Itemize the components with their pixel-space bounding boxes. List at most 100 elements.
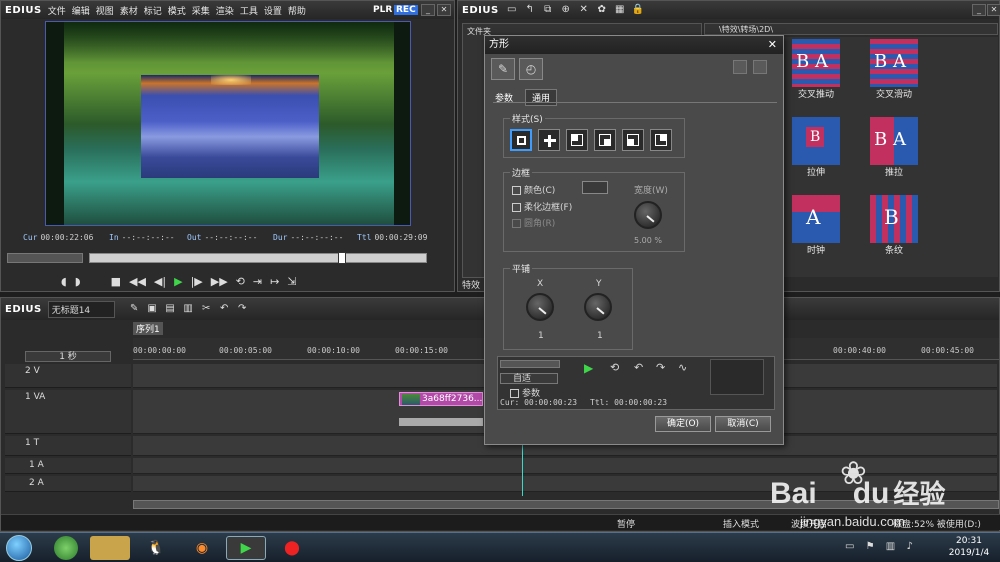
add-icon[interactable]: ⊕ — [559, 4, 573, 16]
cancel-button[interactable]: 取消(C) — [715, 416, 771, 432]
menu-edit[interactable]: 编辑 — [72, 4, 90, 17]
track-header-2v[interactable]: 2 V — [5, 364, 131, 388]
redo-icon[interactable]: ↷ — [235, 303, 249, 315]
tab-general[interactable]: 通用 — [525, 89, 558, 106]
taskbar-edius-icon[interactable]: ▶ — [226, 536, 266, 560]
minimize-button[interactable]: _ — [421, 4, 435, 16]
tile-x-knob[interactable] — [526, 293, 554, 321]
dialog-slider[interactable] — [500, 360, 560, 368]
taskbar-explorer-icon[interactable] — [90, 536, 130, 560]
effect-thumb[interactable]: B A — [792, 39, 840, 87]
track-header-1a[interactable]: 1 A — [5, 458, 131, 474]
param-checkbox[interactable] — [510, 389, 519, 398]
effect-thumb[interactable]: B A — [870, 117, 918, 165]
shuttle-slider[interactable] — [7, 253, 83, 263]
menu-clip[interactable]: 素材 — [120, 4, 138, 17]
export-icon[interactable]: ⇲ — [287, 275, 296, 288]
menu-help[interactable]: 帮助 — [288, 4, 306, 17]
mark-out-icon[interactable]: ◗ — [75, 275, 81, 288]
mark-in-icon[interactable]: ◖ — [61, 275, 67, 288]
open-icon[interactable]: ▤ — [163, 303, 177, 315]
sequence-tab[interactable]: 序列1 — [133, 322, 163, 335]
timer-icon[interactable]: ◴ — [519, 58, 543, 80]
tray-flag-icon[interactable]: ⚑ — [866, 541, 875, 552]
effect-thumb[interactable]: B A — [870, 39, 918, 87]
effects-minimize-button[interactable]: _ — [972, 4, 986, 16]
tray-volume-icon[interactable]: ♪ — [906, 541, 912, 552]
style-corner-bl-button[interactable] — [650, 129, 672, 151]
menu-render[interactable]: 渲染 — [216, 4, 234, 17]
dialog-forward-icon[interactable]: ↷ — [656, 361, 665, 374]
audio-clip[interactable] — [399, 418, 483, 426]
dialog-undo-icon[interactable] — [733, 60, 747, 74]
soft-border-checkbox-row[interactable]: 柔化边框(F) — [512, 200, 572, 213]
menu-mode[interactable]: 模式 — [168, 4, 186, 17]
stop-icon[interactable]: ■ — [111, 275, 121, 288]
insert-icon[interactable]: ⇥ — [253, 275, 262, 288]
taskbar-firefox-icon[interactable]: ◉ — [182, 536, 222, 560]
scale-selector[interactable]: 1 秒 — [25, 351, 111, 362]
color-checkbox-row[interactable]: 颜色(C) — [512, 183, 555, 196]
dialog-loop-icon[interactable]: ⟲ — [610, 361, 619, 374]
width-knob[interactable] — [634, 201, 662, 229]
dialog-back-icon[interactable]: ↶ — [634, 361, 643, 374]
color-swatch[interactable] — [582, 181, 608, 194]
effects-close-button[interactable]: ✕ — [987, 4, 1000, 16]
step-back-icon[interactable]: ◀| — [154, 275, 166, 288]
step-forward-icon[interactable]: |▶ — [191, 275, 203, 288]
style-corner-br-button[interactable] — [566, 129, 588, 151]
save-icon[interactable]: ▥ — [181, 303, 195, 315]
effect-thumb[interactable]: A — [792, 195, 840, 243]
preset-icon[interactable]: ✎ — [491, 58, 515, 80]
rewind-icon[interactable]: ◀◀ — [129, 275, 146, 288]
overwrite-icon[interactable]: ↦ — [270, 275, 279, 288]
style-corner-tl-button[interactable] — [594, 129, 616, 151]
effect-thumb[interactable]: B — [870, 195, 918, 243]
timeline-playhead[interactable] — [522, 438, 523, 496]
dialog-keyframe-area[interactable] — [710, 359, 764, 395]
style-square-button[interactable] — [510, 129, 532, 151]
effect-icon[interactable]: ✿ — [595, 4, 609, 16]
fast-forward-icon[interactable]: ▶▶ — [211, 275, 228, 288]
menu-marker[interactable]: 标记 — [144, 4, 162, 17]
track-header-2a[interactable]: 2 A — [5, 476, 131, 492]
loop-icon[interactable]: ⟲ — [236, 275, 245, 288]
camera-icon[interactable]: ▣ — [145, 303, 159, 315]
dialog-redo-icon[interactable] — [753, 60, 767, 74]
menu-settings[interactable]: 设置 — [264, 4, 282, 17]
dialog-close-button[interactable]: ✕ — [768, 36, 777, 54]
track-header-1va[interactable]: 1 VA — [5, 390, 131, 434]
up-icon[interactable]: ↰ — [523, 4, 537, 16]
close-button[interactable]: ✕ — [437, 4, 451, 16]
tile-y-knob[interactable] — [584, 293, 612, 321]
dialog-play-icon[interactable]: ▶ — [584, 361, 593, 375]
taskbar-qq-icon[interactable]: 🐧 — [136, 536, 176, 560]
track-header-1t[interactable]: 1 T — [5, 436, 131, 456]
playhead-handle[interactable] — [338, 252, 346, 264]
play-icon[interactable]: ▶ — [174, 275, 182, 288]
cut-icon[interactable]: ✂ — [199, 303, 213, 315]
lock-icon[interactable]: 🔒 — [631, 4, 645, 16]
start-button[interactable] — [6, 535, 32, 561]
dialog-graph-icon[interactable]: ∿ — [678, 361, 687, 374]
menu-tools[interactable]: 工具 — [240, 4, 258, 17]
effects-tab[interactable]: 特效 — [462, 278, 480, 291]
position-slider[interactable] — [89, 252, 427, 264]
style-cross-button[interactable] — [538, 129, 560, 151]
folder-icon[interactable]: ▭ — [505, 4, 519, 16]
delete-icon[interactable]: ✕ — [577, 4, 591, 16]
style-corner-tr-button[interactable] — [622, 129, 644, 151]
new-sequence-icon[interactable]: ✎ — [127, 303, 141, 315]
ok-button[interactable]: 确定(O) — [655, 416, 711, 432]
clock[interactable]: 20:31 2019/1/4 — [940, 535, 998, 559]
rec-button[interactable]: REC — [394, 5, 418, 15]
effect-thumb[interactable]: B — [792, 117, 840, 165]
copy-icon[interactable]: ⧉ — [541, 4, 555, 16]
auto-fit-select[interactable]: 自适 — [500, 373, 558, 384]
view-icon[interactable]: ▦ — [613, 4, 627, 16]
plr-button[interactable]: PLR — [373, 5, 392, 15]
color-checkbox[interactable] — [512, 186, 521, 195]
tray-network-icon[interactable]: ▥ — [886, 541, 895, 552]
undo-icon[interactable]: ↶ — [217, 303, 231, 315]
round-checkbox[interactable] — [512, 219, 521, 228]
